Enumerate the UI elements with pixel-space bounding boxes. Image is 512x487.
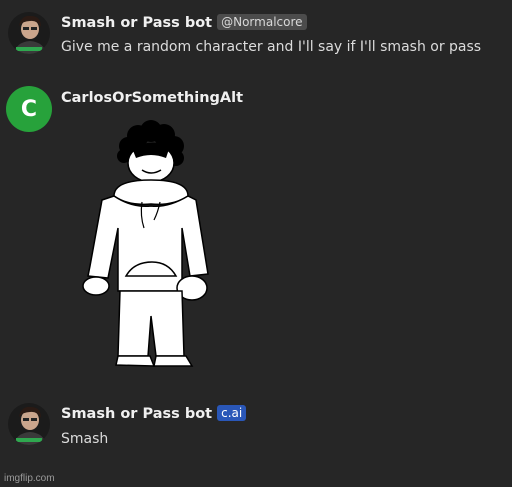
- watermark: imgflip.com: [4, 473, 55, 484]
- author-name[interactable]: Smash or Pass bot c.ai: [61, 405, 247, 422]
- user-avatar[interactable]: C: [6, 86, 52, 132]
- bot-avatar[interactable]: [8, 12, 50, 54]
- author-name[interactable]: Smash or Pass bot @Normalcore: [61, 14, 307, 31]
- message-user-image: C CarlosOrSomethingAlt: [0, 80, 512, 380]
- message-text: Give me a random character and I'll say …: [61, 39, 482, 55]
- author-badge: @Normalcore: [217, 14, 307, 30]
- attached-drawing-image[interactable]: [78, 116, 218, 376]
- avatar-letter: C: [20, 96, 38, 122]
- bot-avatar[interactable]: [8, 403, 50, 445]
- cai-badge: c.ai: [217, 405, 247, 421]
- message-bot-reply: Smash or Pass bot c.ai Smash: [0, 395, 512, 455]
- message-text: Smash: [61, 431, 109, 447]
- author-name[interactable]: CarlosOrSomethingAlt: [61, 90, 243, 106]
- author-label: Smash or Pass bot: [61, 406, 213, 422]
- message-bot-prompt: Smash or Pass bot @Normalcore Give me a r…: [0, 0, 512, 65]
- author-label: Smash or Pass bot: [61, 15, 213, 31]
